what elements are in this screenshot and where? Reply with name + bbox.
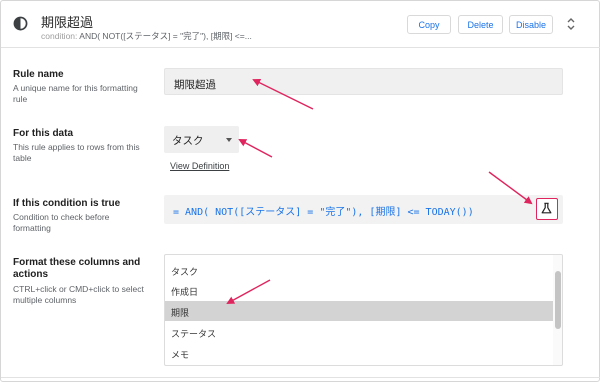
dropdown-caret-icon: [226, 138, 232, 142]
list-item[interactable]: メモ: [165, 343, 553, 363]
rule-title: 期限超過: [41, 15, 94, 30]
rule-name-input[interactable]: 期限超過: [164, 68, 563, 95]
format-columns-description: CTRL+click or CMD+click to select multip…: [13, 284, 144, 305]
scrollbar-thumb[interactable]: [555, 271, 561, 329]
list-scrollbar[interactable]: [553, 255, 562, 365]
condition-description: Condition to check before formatting: [13, 212, 110, 233]
table-select-value: タスク: [172, 135, 204, 147]
rule-header[interactable]: 期限超過 condition: AND( NOT([ステータス] = "完了")…: [1, 1, 600, 48]
list-item[interactable]: タスク: [165, 260, 553, 280]
table-select[interactable]: タスク: [164, 126, 239, 153]
condition-label: If this condition is true: [13, 198, 121, 209]
rule-condition-summary: condition: AND( NOT([ステータス] = "完了"), [期限…: [41, 30, 252, 42]
rule-name-description: A unique name for this formatting rule: [13, 83, 138, 104]
flask-icon: [541, 202, 552, 214]
view-definition-link[interactable]: View Definition: [170, 161, 229, 171]
condition-formula-input[interactable]: = AND( NOT([ステータス] = "完了"), [期限] <= TODA…: [164, 195, 563, 224]
list-item-selected[interactable]: 期限: [165, 301, 553, 321]
for-this-data-label: For this data: [13, 128, 74, 139]
columns-multiselect[interactable]: タスク 作成日 期限 ステータス メモ: [164, 254, 563, 366]
for-this-data-description: This rule applies to rows from this tabl…: [13, 142, 140, 163]
list-item[interactable]: 作成日: [165, 280, 553, 300]
disable-button[interactable]: Disable: [509, 15, 553, 34]
rule-editor-panel: 期限超過 condition: AND( NOT([ステータス] = "完了")…: [0, 0, 600, 382]
format-columns-label: Format these columns and actions: [13, 257, 141, 280]
contrast-icon: [13, 16, 28, 31]
unfold-icon[interactable]: [566, 16, 576, 32]
test-condition-button[interactable]: [536, 198, 558, 220]
divider: [1, 377, 600, 378]
delete-button[interactable]: Delete: [458, 15, 503, 34]
condition-prefix: condition:: [41, 31, 78, 41]
rule-name-label: Rule name: [13, 69, 64, 80]
condition-preview: AND( NOT([ステータス] = "完了"), [期限] <=...: [79, 31, 252, 41]
list-item[interactable]: ステータス: [165, 322, 553, 342]
copy-button[interactable]: Copy: [407, 15, 451, 34]
